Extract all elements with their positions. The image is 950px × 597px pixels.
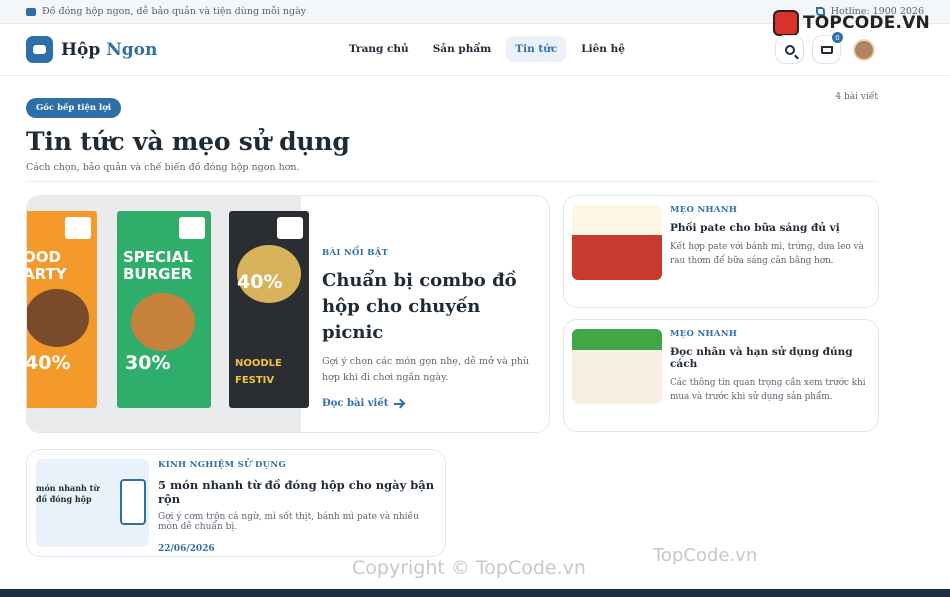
poster-text: SPECIAL BURGER <box>123 248 193 283</box>
poster-special-burger: SPECIAL BURGER 30% <box>117 211 211 408</box>
featured-kicker: BÀI NỔI BẬT <box>322 248 389 258</box>
main-nav: Trang chủ Sản phẩm Tin tức Liên hệ <box>340 36 634 62</box>
search-button[interactable] <box>775 35 804 64</box>
poster-food-party: OOD ARTY 40% <box>26 211 97 408</box>
account-button[interactable] <box>849 35 878 64</box>
brand-name-first: Hộp <box>61 39 101 60</box>
box-icon <box>26 7 36 16</box>
avatar <box>852 38 875 61</box>
post-body: MẸO NHANH Phối pate cho bữa sáng đủ vị K… <box>670 205 870 268</box>
poster-food-image <box>27 289 89 347</box>
nav-products[interactable]: Sản phẩm <box>424 36 501 62</box>
post-card[interactable]: món nhanh từ đồ đóng hộp KINH NGHIỆM SỬ … <box>26 449 446 557</box>
jar-icon <box>120 479 146 525</box>
divider <box>26 181 878 182</box>
brand-box-icon <box>26 36 53 63</box>
search-icon <box>784 44 795 55</box>
post-title[interactable]: 5 món nhanh từ đồ đóng hộp cho ngày bận … <box>158 478 438 506</box>
poster-logo <box>65 217 91 239</box>
post-body: MẸO NHANH Đọc nhãn và hạn sử dụng đúng c… <box>670 329 870 404</box>
post-kicker: MẸO NHANH <box>670 205 738 215</box>
header-actions: 0 <box>775 32 878 64</box>
brand-name-second: Ngon <box>106 39 158 60</box>
post-excerpt: Gợi ý cơm trộn cá ngừ, mì sốt thịt, bánh… <box>158 512 419 532</box>
poster-text: NOODLE FESTIV <box>235 358 282 386</box>
poster-food-image <box>131 293 195 351</box>
post-card[interactable]: MẸO NHANH Phối pate cho bữa sáng đủ vị K… <box>563 195 879 308</box>
thumbnail-text: món nhanh từ đồ đóng hộp <box>36 483 100 504</box>
watermark-text: TopCode.vn <box>653 545 758 566</box>
post-thumbnail <box>572 329 662 404</box>
cart-icon <box>820 45 833 54</box>
brand[interactable]: Hộp Ngon <box>26 36 157 63</box>
nav-news[interactable]: Tin tức <box>506 36 567 62</box>
post-excerpt: Các thông tin quan trọng cần xem trước k… <box>670 378 866 402</box>
post-title[interactable]: Phối pate cho bữa sáng đủ vị <box>670 222 870 234</box>
post-thumbnail: món nhanh từ đồ đóng hộp <box>36 459 149 547</box>
poster-logo <box>277 217 303 239</box>
post-body: KINH NGHIỆM SỬ DỤNG 5 món nhanh từ đồ đó… <box>158 460 438 554</box>
poster-noodle-festival: 40% NOODLE FESTIV <box>229 211 309 408</box>
watermark-copyright: Copyright © TopCode.vn <box>352 557 586 579</box>
featured-title[interactable]: Chuẩn bị combo đồ hộp cho chuyến picnic <box>322 268 537 346</box>
category-badge: Góc bếp tiện lợi <box>26 98 122 118</box>
tagline: Đồ đóng hộp ngon, dễ bảo quản và tiện dù… <box>42 6 307 17</box>
page-head: Góc bếp tiện lợi Tin tức và mẹo sử dụng … <box>0 76 950 173</box>
post-kicker: MẸO NHANH <box>670 329 738 339</box>
featured-post-card[interactable]: OOD ARTY 40% SPECIAL BURGER 30% 40% NOOD… <box>26 195 550 433</box>
post-count: 4 bài viết <box>835 92 878 102</box>
featured-body: BÀI NỔI BẬT Chuẩn bị combo đồ hộp cho ch… <box>322 248 537 410</box>
nav-contact[interactable]: Liên hệ <box>572 36 634 62</box>
page-title: Tin tức và mẹo sử dụng <box>26 127 350 156</box>
poster-percent: 40% <box>237 271 283 293</box>
cart-button[interactable]: 0 <box>812 32 843 64</box>
poster-percent: 40% <box>26 352 71 374</box>
brand-name: Hộp Ngon <box>61 40 157 60</box>
post-title[interactable]: Đọc nhãn và hạn sử dụng đúng cách <box>670 346 870 370</box>
post-card[interactable]: MẸO NHANH Đọc nhãn và hạn sử dụng đúng c… <box>563 319 879 432</box>
site-header: Hộp Ngon Trang chủ Sản phẩm Tin tức Liên… <box>0 24 950 76</box>
arrow-right-icon <box>394 402 404 405</box>
page-subtitle: Cách chọn, bảo quản và chế biến đồ đóng … <box>26 162 300 173</box>
read-more-link[interactable]: Đọc bài viết <box>322 398 404 409</box>
poster-text: OOD ARTY <box>26 248 67 283</box>
poster-logo <box>179 217 205 239</box>
nav-home[interactable]: Trang chủ <box>340 36 418 62</box>
post-thumbnail <box>572 205 662 280</box>
featured-excerpt: Gợi ý chọn các món gọn nhẹ, dễ mở và phù… <box>322 356 530 383</box>
footer-bar <box>0 589 950 597</box>
post-date: 22/06/2026 <box>158 544 215 554</box>
read-more-label: Đọc bài viết <box>322 398 389 409</box>
poster-percent: 30% <box>125 352 171 374</box>
post-kicker: KINH NGHIỆM SỬ DỤNG <box>158 460 287 470</box>
post-excerpt: Kết hợp pate với bánh mì, trứng, dưa leo… <box>670 242 864 266</box>
cart-count-badge: 0 <box>832 32 843 43</box>
featured-image: OOD ARTY 40% SPECIAL BURGER 30% 40% NOOD… <box>26 196 309 432</box>
